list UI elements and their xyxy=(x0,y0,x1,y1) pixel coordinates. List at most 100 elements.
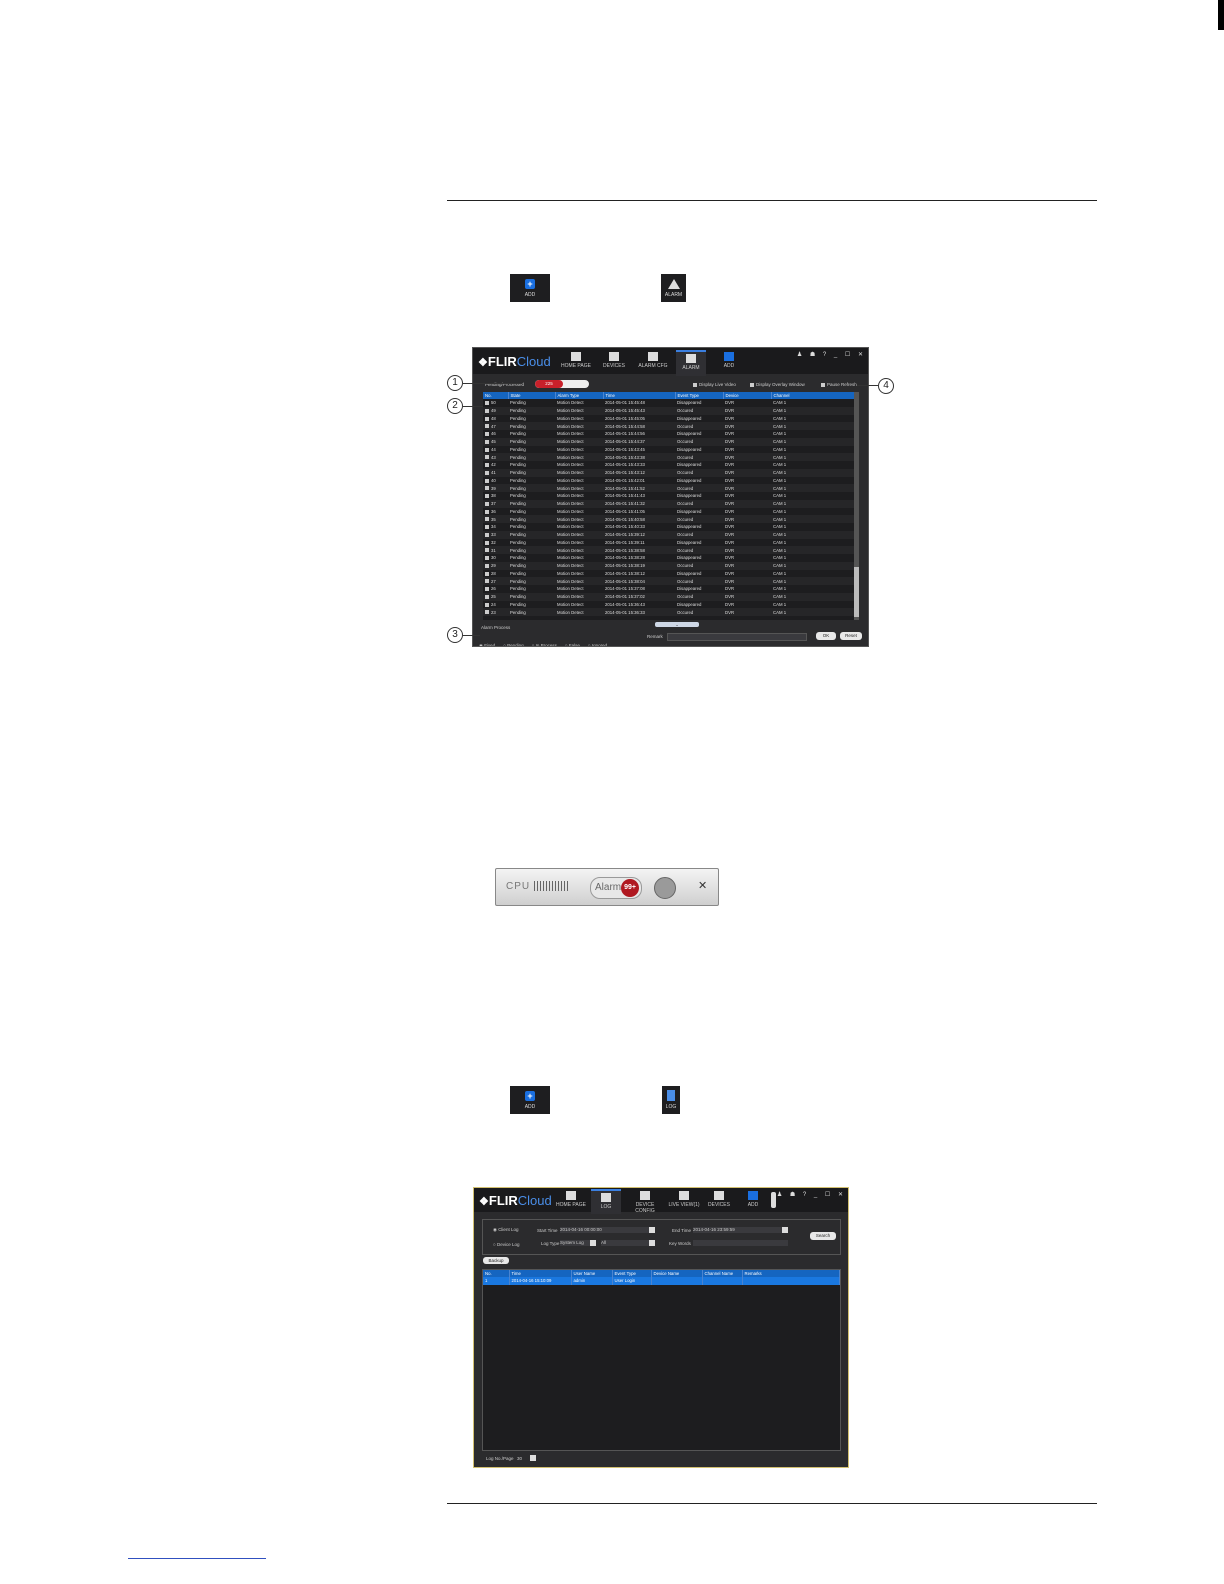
table-row[interactable]: 44 Pending Motion Detect 2014-05-01 15:43:4… xyxy=(483,446,857,454)
log-subtype-dropdown-icon[interactable] xyxy=(649,1240,655,1246)
start-time-field[interactable]: 2014-04-16 00:00:00 xyxy=(560,1227,652,1233)
mute-speaker-icon[interactable] xyxy=(654,877,676,899)
nav-add[interactable]: ADD xyxy=(738,1191,768,1212)
row-checkbox[interactable] xyxy=(485,501,489,506)
row-checkbox[interactable] xyxy=(485,571,489,576)
row-checkbox[interactable] xyxy=(485,463,489,468)
nav-log[interactable]: LOG xyxy=(591,1189,621,1214)
log-per-page-value[interactable]: 30 xyxy=(517,1456,522,1461)
search-button[interactable]: Search xyxy=(810,1232,836,1240)
table-row[interactable]: 37 Pending Motion Detect 2014-05-01 15:41:3… xyxy=(483,499,857,508)
window-controls[interactable]: ♟ ☗ ? _ ☐ ✕ xyxy=(797,351,866,358)
row-checkbox[interactable] xyxy=(485,486,489,491)
nav-live-view[interactable]: LIVE VIEW(1) xyxy=(666,1191,702,1212)
table-row[interactable]: 30 Pending Motion Detect 2014-05-01 15:38:2… xyxy=(483,554,857,562)
table-row[interactable]: 49 Pending Motion Detect 2014-05-01 15:45:4… xyxy=(483,406,857,415)
table-row[interactable]: 28 Pending Motion Detect 2014-05-01 15:38:1… xyxy=(483,570,857,578)
table-row[interactable]: 23 Pending Motion Detect 2014-05-01 15:36:3… xyxy=(483,608,857,616)
log-per-page-dropdown-icon[interactable] xyxy=(530,1455,536,1461)
nav-devices[interactable]: DEVICES xyxy=(599,352,629,374)
row-checkbox[interactable] xyxy=(485,470,489,475)
row-checkbox[interactable] xyxy=(485,587,489,592)
nav-device-config[interactable]: DEVICE CONFIG xyxy=(626,1191,664,1214)
row-checkbox[interactable] xyxy=(485,548,489,553)
table-row[interactable]: 31 Pending Motion Detect 2014-05-01 15:38:5… xyxy=(483,546,857,554)
remark-input[interactable] xyxy=(667,633,807,641)
table-row[interactable]: 33 Pending Motion Detect 2014-05-01 15:39:1… xyxy=(483,530,857,539)
nav-home[interactable]: HOME PAGE xyxy=(561,352,591,374)
row-checkbox[interactable] xyxy=(485,540,489,545)
process-option-radio[interactable]: ○ Pending xyxy=(503,643,523,646)
nav-add[interactable]: ADD xyxy=(714,352,744,374)
checkbox[interactable] xyxy=(750,382,754,387)
log-type-dropdown-icon[interactable] xyxy=(590,1240,596,1246)
process-option-radio[interactable]: ○ In Process xyxy=(532,643,557,646)
alarm-pill[interactable]: Alarm 99+ xyxy=(590,877,642,899)
nav-alarm[interactable]: ALARM xyxy=(676,350,706,376)
scroll-thumb[interactable] xyxy=(854,567,859,617)
table-row[interactable]: 40 Pending Motion Detect 2014-05-01 15:42:0… xyxy=(483,477,857,485)
row-checkbox[interactable] xyxy=(485,532,489,537)
log-subtype-select[interactable]: All xyxy=(601,1240,649,1246)
row-checkbox[interactable] xyxy=(485,408,489,413)
table-row[interactable]: 38 Pending Motion Detect 2014-05-01 15:41:4… xyxy=(483,492,857,500)
table-row[interactable]: 35 Pending Motion Detect 2014-05-01 15:40:5… xyxy=(483,515,857,523)
table-row[interactable]: 47 Pending Motion Detect 2014-05-01 15:44:5… xyxy=(483,422,857,430)
process-option-radio[interactable]: ○ Ignored xyxy=(588,643,607,646)
row-checkbox[interactable] xyxy=(485,494,489,499)
row-checkbox[interactable] xyxy=(485,610,489,615)
table-row[interactable]: 25 Pending Motion Detect 2014-05-01 15:37:0… xyxy=(483,592,857,601)
collapse-handle[interactable]: ⌄ xyxy=(655,622,699,627)
row-checkbox[interactable] xyxy=(485,563,489,568)
nav-alarm-cfg[interactable]: ALARM CFG xyxy=(636,352,670,374)
row-checkbox[interactable] xyxy=(485,455,489,460)
nav-devices[interactable]: DEVICES xyxy=(704,1191,734,1212)
row-checkbox[interactable] xyxy=(485,517,489,522)
table-row[interactable]: 39 Pending Motion Detect 2014-05-01 15:41:5… xyxy=(483,484,857,492)
table-row[interactable]: 48 Pending Motion Detect 2014-05-01 15:45:0… xyxy=(483,415,857,423)
display-overlay-option[interactable]: Display Overlay Window xyxy=(750,382,805,387)
row-checkbox[interactable] xyxy=(485,424,489,429)
row-checkbox[interactable] xyxy=(485,439,489,444)
process-option-radio[interactable]: ◉ Fixed xyxy=(479,643,495,646)
row-checkbox[interactable] xyxy=(485,509,489,514)
reset-button[interactable]: Reset xyxy=(840,632,862,640)
table-row[interactable]: 41 Pending Motion Detect 2014-05-01 15:43:1… xyxy=(483,468,857,477)
log-type-select[interactable]: System Log xyxy=(560,1240,590,1246)
client-log-radio[interactable]: ◉ Client Log xyxy=(493,1227,518,1233)
table-row[interactable]: 43 Pending Motion Detect 2014-05-01 15:43:3… xyxy=(483,453,857,461)
nav-scroll-icon[interactable] xyxy=(771,1192,776,1208)
row-checkbox[interactable] xyxy=(485,525,489,530)
device-log-radio[interactable]: ○ Device Log xyxy=(493,1242,519,1247)
row-checkbox[interactable] xyxy=(485,478,489,483)
key-words-input[interactable] xyxy=(693,1240,788,1246)
table-row[interactable]: 24 Pending Motion Detect 2014-05-01 15:36:4… xyxy=(483,601,857,609)
pending-processed-toggle[interactable]: 225 xyxy=(535,380,589,388)
table-row[interactable]: 42 Pending Motion Detect 2014-05-01 15:43:3… xyxy=(483,461,857,469)
table-row[interactable]: 45 Pending Motion Detect 2014-05-01 15:44:3… xyxy=(483,437,857,446)
display-live-video-option[interactable]: Display Live Video xyxy=(693,382,736,387)
row-checkbox[interactable] xyxy=(485,432,489,437)
row-checkbox[interactable] xyxy=(485,556,489,561)
table-row[interactable]: 1 2014-04-16 15:10:09 admin User Login xyxy=(483,1277,840,1285)
end-time-dropdown-icon[interactable] xyxy=(782,1227,788,1233)
row-checkbox[interactable] xyxy=(485,602,489,607)
ok-button[interactable]: OK xyxy=(816,632,836,640)
row-checkbox[interactable] xyxy=(485,447,489,452)
row-checkbox[interactable] xyxy=(485,416,489,421)
table-row[interactable]: 26 Pending Motion Detect 2014-05-01 15:37:0… xyxy=(483,585,857,593)
nav-home[interactable]: HOME PAGE xyxy=(556,1191,586,1212)
table-row[interactable]: 29 Pending Motion Detect 2014-05-01 15:38:1… xyxy=(483,561,857,570)
row-checkbox[interactable] xyxy=(485,579,489,584)
table-row[interactable]: 50 Pending Motion Detect 2014-05-01 15:45:4… xyxy=(483,399,857,407)
table-row[interactable]: 36 Pending Motion Detect 2014-05-01 15:41:0… xyxy=(483,508,857,516)
start-time-dropdown-icon[interactable] xyxy=(649,1227,655,1233)
backup-button[interactable]: Backup xyxy=(483,1257,509,1264)
row-checkbox[interactable] xyxy=(485,401,489,406)
row-checkbox[interactable] xyxy=(485,594,489,599)
process-option-radio[interactable]: ○ False xyxy=(565,643,580,646)
window-controls[interactable]: ♟ ☗ ? _ ☐ ✕ xyxy=(777,1191,846,1198)
pause-refresh-option[interactable]: Pause Refresh xyxy=(821,382,857,387)
table-row[interactable]: 34 Pending Motion Detect 2014-05-01 15:40:3… xyxy=(483,523,857,531)
checkbox[interactable] xyxy=(821,382,825,387)
